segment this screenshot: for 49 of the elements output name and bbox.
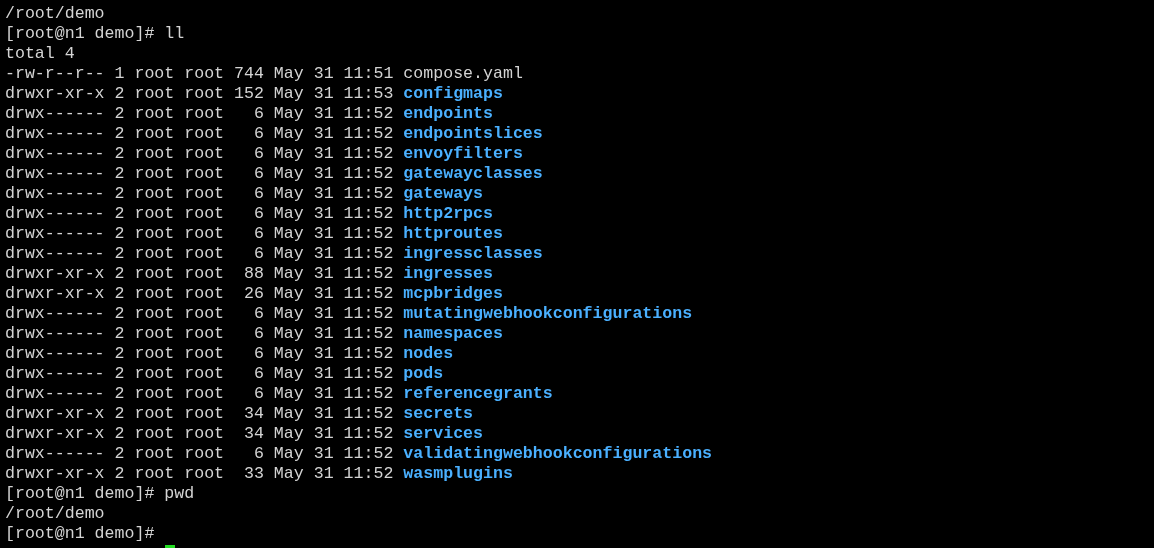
directory-name: gatewayclasses xyxy=(403,164,543,184)
directory-name: ingresses xyxy=(403,264,493,284)
shell-prompt: [root@n1 demo]# xyxy=(5,524,155,544)
file-details: drwx------ 2 root root 6 May 31 11:52 xyxy=(5,304,394,324)
command-output: /root/demo xyxy=(5,4,105,24)
directory-name: http2rpcs xyxy=(403,204,493,224)
directory-name: validatingwebhookconfigurations xyxy=(403,444,713,464)
directory-name: referencegrants xyxy=(403,384,553,404)
command-output: total 4 xyxy=(5,44,75,64)
directory-name: namespaces xyxy=(403,324,503,344)
file-details: drwx------ 2 root root 6 May 31 11:52 xyxy=(5,384,394,404)
directory-name: wasmplugins xyxy=(403,464,513,484)
directory-name: envoyfilters xyxy=(403,144,523,164)
file-details: drwxr-xr-x 2 root root 34 May 31 11:52 xyxy=(5,424,394,444)
directory-name: configmaps xyxy=(403,84,503,104)
file-details: drwx------ 2 root root 6 May 31 11:52 xyxy=(5,244,394,264)
file-details: drwxr-xr-x 2 root root 33 May 31 11:52 xyxy=(5,464,394,484)
file-name: compose.yaml xyxy=(403,64,523,84)
file-details: drwx------ 2 root root 6 May 31 11:52 xyxy=(5,204,394,224)
file-details: drwxr-xr-x 2 root root 26 May 31 11:52 xyxy=(5,284,394,304)
directory-name: httproutes xyxy=(403,224,503,244)
directory-name: pods xyxy=(403,364,444,384)
file-details: drwx------ 2 root root 6 May 31 11:52 xyxy=(5,124,394,144)
file-details: drwx------ 2 root root 6 May 31 11:52 xyxy=(5,224,394,244)
text-cursor xyxy=(165,545,175,548)
file-details: drwx------ 2 root root 6 May 31 11:52 xyxy=(5,344,394,364)
file-details: drwx------ 2 root root 6 May 31 11:52 xyxy=(5,144,394,164)
directory-name: nodes xyxy=(403,344,454,364)
directory-name: mutatingwebhookconfigurations xyxy=(403,304,693,324)
file-details: drwx------ 2 root root 6 May 31 11:52 xyxy=(5,184,394,204)
file-details: drwxr-xr-x 2 root root 34 May 31 11:52 xyxy=(5,404,394,424)
file-details: drwxr-xr-x 2 root root 88 May 31 11:52 xyxy=(5,264,394,284)
directory-name: services xyxy=(403,424,484,444)
file-details: drwxr-xr-x 2 root root 152 May 31 11:53 xyxy=(5,84,394,104)
shell-prompt: [root@n1 demo]# ll xyxy=(5,24,185,44)
directory-name: mcpbridges xyxy=(403,284,503,304)
file-details: drwx------ 2 root root 6 May 31 11:52 xyxy=(5,104,394,124)
file-details: -rw-r--r-- 1 root root 744 May 31 11:51 xyxy=(5,64,394,84)
shell-prompt: [root@n1 demo]# pwd xyxy=(5,484,195,504)
file-details: drwx------ 2 root root 6 May 31 11:52 xyxy=(5,364,394,384)
file-details: drwx------ 2 root root 6 May 31 11:52 xyxy=(5,444,394,464)
directory-name: endpointslices xyxy=(403,124,543,144)
directory-name: gateways xyxy=(403,184,484,204)
command-output: /root/demo xyxy=(5,504,105,524)
file-details: drwx------ 2 root root 6 May 31 11:52 xyxy=(5,164,394,184)
directory-name: ingressclasses xyxy=(403,244,543,264)
directory-name: endpoints xyxy=(403,104,493,124)
directory-name: secrets xyxy=(403,404,474,424)
file-details: drwx------ 2 root root 6 May 31 11:52 xyxy=(5,324,394,344)
